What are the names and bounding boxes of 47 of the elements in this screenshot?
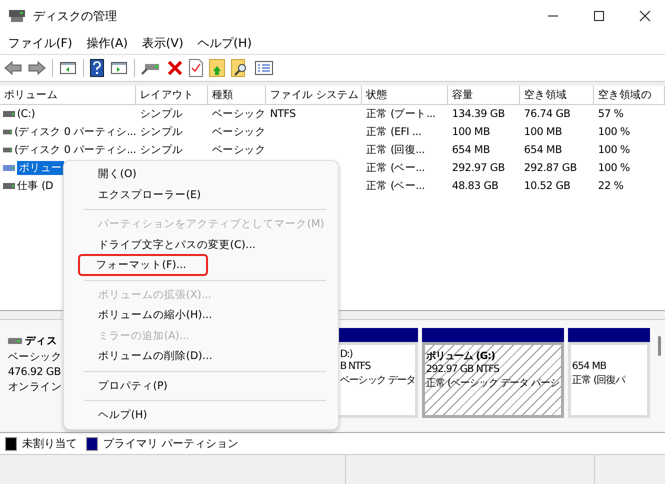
partition-label: ベーシック データ (340, 374, 415, 387)
window-title: ディスクの管理 (33, 8, 117, 24)
table-cell: 仕事 (D (17, 179, 54, 193)
partition-label: D:) (340, 349, 354, 360)
table-cell: ベーシック (212, 107, 266, 121)
table-cell: (C:) (17, 108, 35, 120)
table-cell: ベーシック (212, 125, 266, 139)
table-cell: 正常 (ベー... (366, 161, 425, 175)
disk-type: ベーシック (8, 350, 63, 364)
table-cell: 292.97 GB (452, 162, 505, 174)
table-cell: 正常 (ブート... (366, 107, 436, 121)
table-cell: 22 % (598, 180, 624, 192)
table-cell: 100 % (598, 162, 630, 174)
table-cell: 100 % (598, 144, 630, 156)
partition-label: 正常 (回復パ (572, 374, 626, 387)
table-cell: シンプル (140, 143, 183, 157)
table-cell: 654 MB (452, 144, 490, 156)
table-cell: シンプル (140, 107, 183, 121)
table-cell: 100 MB (524, 126, 562, 138)
legend-label: プライマリ パーティション (103, 436, 238, 451)
table-cell: (ディスク 0 パーティシ... (14, 143, 136, 157)
partition-label: 654 MB (572, 361, 608, 372)
table-cell: 292.87 GB (524, 162, 577, 174)
table-cell: 10.52 GB (524, 180, 570, 192)
table-cell: 正常 (ベー... (366, 179, 425, 193)
legend-label: 未割り当て (22, 436, 77, 451)
table-cell: ボリュー (17, 161, 64, 175)
partition-label: 292.97 GB NTFS (426, 364, 500, 375)
table-cell: シンプル (140, 125, 183, 139)
table-cell: 48.83 GB (452, 180, 498, 192)
table-cell: 100 % (598, 126, 630, 138)
disk-status: オンライン (8, 380, 63, 394)
table-cell: 654 MB (524, 144, 562, 156)
partition-label: ボリューム (G:) (426, 350, 496, 363)
table-cell: 57 % (598, 108, 624, 120)
table-cell: 134.39 GB (452, 108, 505, 120)
partition-label: B NTFS (340, 361, 372, 372)
disk-size: 476.92 GB (8, 366, 62, 378)
table-cell: 正常 (EFI ... (366, 125, 422, 139)
table-cell: 76.74 GB (524, 108, 570, 120)
table-cell: 100 MB (452, 126, 490, 138)
partition-label: 正常 (ベーシック データ パーシ (426, 376, 560, 390)
disk-name: ディス (25, 334, 58, 348)
table-cell: NTFS (270, 108, 296, 120)
table-cell: (ディスク 0 パーティシ... (14, 125, 136, 139)
table-cell: 正常 (回復... (366, 143, 425, 157)
table-cell: ベーシック (212, 143, 266, 157)
